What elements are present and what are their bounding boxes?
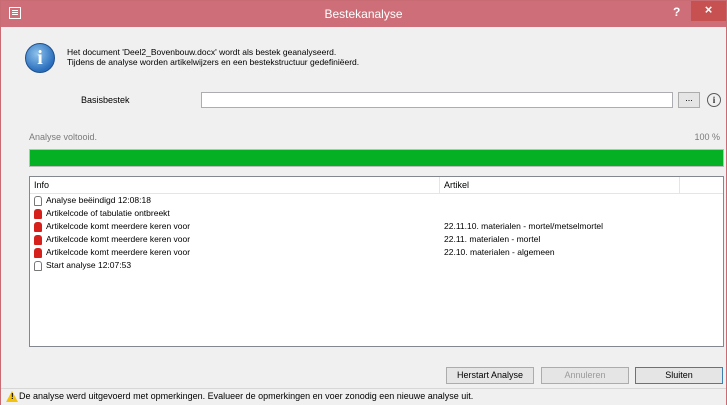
row-artikel [440,207,710,220]
browse-button[interactable]: ... [678,92,700,108]
document-icon [34,260,42,271]
column-header-info[interactable]: Info [30,177,440,193]
basisbestek-label: Basisbestek [81,95,130,105]
help-button[interactable]: ? [673,5,680,19]
window-title: Bestekanalyse [324,7,403,21]
row-artikel: 22.11.10. materialen - mortel/metselmort… [444,221,604,231]
basisbestek-input[interactable] [201,92,673,108]
status-bar-text: De analyse werd uitgevoerd met opmerking… [19,391,474,401]
error-bell-icon [34,208,42,219]
row-artikel: 22.11. materialen - mortel [444,234,541,244]
row-artikel [440,194,710,207]
status-bar: De analyse werd uitgevoerd met opmerking… [1,388,726,405]
title-bar: Bestekanalyse ? × [1,1,726,27]
progress-percent: 100 % [694,132,720,142]
row-artikel: 22.10. materialen - algemeen [444,247,555,257]
info-icon: i [25,43,55,73]
warning-icon [6,391,18,402]
error-bell-icon [34,234,42,245]
list-row[interactable]: Start analyse 12:07:53 [30,259,723,272]
row-info: Artikelcode komt meerdere keren voor [46,234,191,244]
cancel-button[interactable]: Annuleren [541,367,629,384]
progress-status: Analyse voltooid. [29,132,98,142]
error-bell-icon [34,221,42,232]
row-info: Artikelcode komt meerdere keren voor [46,221,191,231]
restart-analysis-button[interactable]: Herstart Analyse [446,367,534,384]
message-line-2: Tijdens de analyse worden artikelwijzers… [67,57,360,67]
close-window-button[interactable]: × [691,1,726,21]
row-info: Start analyse 12:07:53 [46,260,132,270]
results-list[interactable]: Info Artikel Analyse beëindigd 12:08:18 … [29,176,724,347]
row-info: Artikelcode of tabulatie ontbreekt [46,208,170,218]
analysis-message: Het document 'Deel2_Bovenbouw.docx' word… [67,47,359,67]
error-bell-icon [34,247,42,258]
progress-fill [30,150,723,166]
close-button[interactable]: Sluiten [635,367,723,384]
list-row[interactable]: Artikelcode komt meerdere keren voor 22.… [30,246,723,259]
list-row[interactable]: Artikelcode komt meerdere keren voor 22.… [30,220,723,233]
progress-bar [29,149,724,167]
list-row[interactable]: Analyse beëindigd 12:08:18 [30,194,723,207]
document-icon [34,195,42,206]
row-info: Artikelcode komt meerdere keren voor [46,247,191,257]
list-row[interactable]: Artikelcode komt meerdere keren voor 22.… [30,233,723,246]
message-line-1: Het document 'Deel2_Bovenbouw.docx' word… [67,47,337,57]
column-header-artikel[interactable]: Artikel [440,177,680,193]
row-artikel [440,259,710,272]
list-header: Info Artikel [30,177,723,194]
list-row[interactable]: Artikelcode of tabulatie ontbreekt [30,207,723,220]
row-info: Analyse beëindigd 12:08:18 [46,195,151,205]
info-help-icon[interactable]: i [707,93,721,107]
bestekanalyse-window: Bestekanalyse ? × i Het document 'Deel2_… [0,0,727,405]
